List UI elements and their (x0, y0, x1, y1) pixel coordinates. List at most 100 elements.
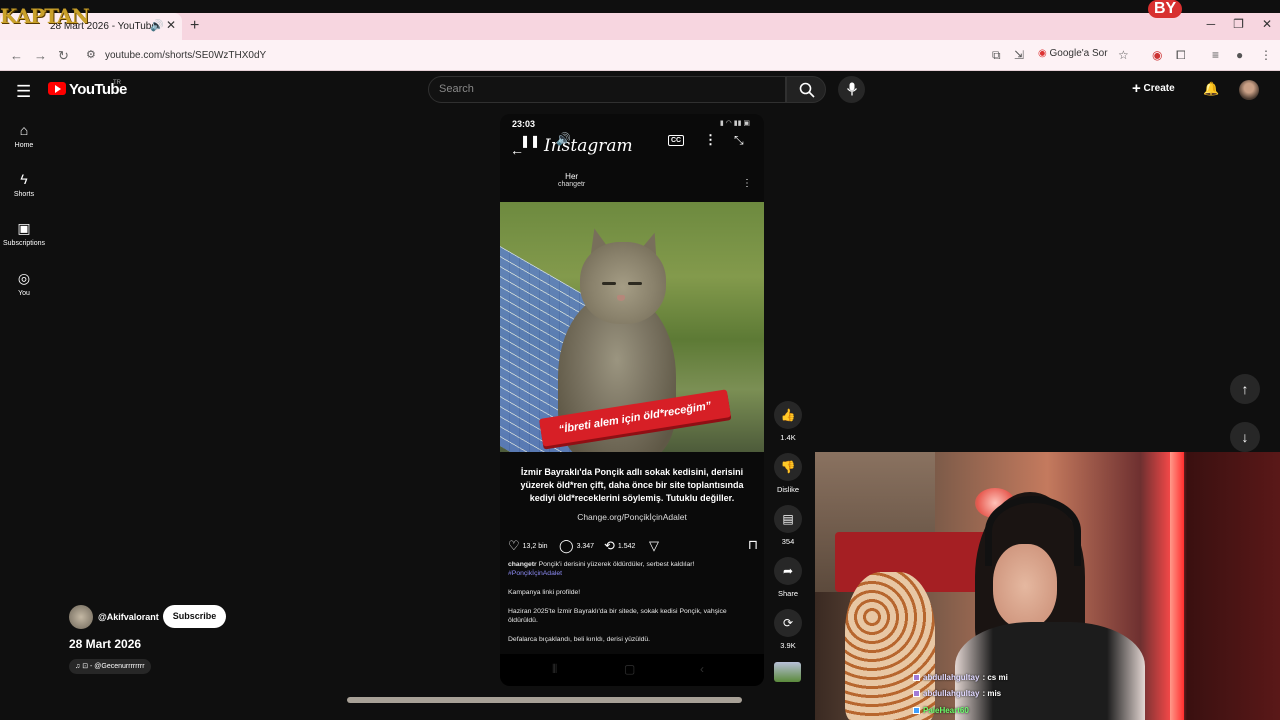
cat-eye-left (602, 282, 616, 285)
webcam-person-body (955, 622, 1145, 720)
search-input[interactable] (428, 76, 786, 103)
desc-paragraph: Haziran 2025'te İzmir Bayraklı'da bir si… (508, 608, 727, 624)
desc-username: changetr (508, 561, 537, 568)
phone-home-icon: ▢ (624, 662, 636, 676)
profile-icon[interactable]: ● (1236, 48, 1243, 62)
chat-message: PaleHeart60 (913, 706, 972, 715)
phone-status-icons: ▮ ◠ ▮▮ ▣ (719, 120, 750, 127)
pause-icon[interactable]: ❚❚ (520, 134, 540, 148)
comment-bubble-icon: ◯ (559, 538, 574, 553)
forward-icon[interactable]: → (34, 48, 47, 63)
shorts-video-player[interactable]: 23:03 ▮ ◠ ▮▮ ▣ Instagram ← ❚❚ 🔊 CC ⋮ ⤡ H… (500, 114, 764, 686)
chat-username: abdullahgultay (923, 673, 980, 682)
close-window-icon[interactable]: ✕ (1262, 17, 1272, 31)
dislike-button[interactable]: 👎 Dislike (773, 453, 803, 494)
tab-audio-icon[interactable]: 🔊 (150, 19, 164, 32)
next-short-button[interactable]: ↓ (1230, 422, 1260, 452)
url-field[interactable]: youtube.com/shorts/SE0WzTHX0dY (105, 50, 266, 61)
post-repost: ⟲ 1.542 (604, 538, 635, 554)
remix-icon: ⟳ (774, 609, 802, 637)
stream-overlay-logo: KAPTAN (0, 4, 90, 28)
bookmark-icon: ⊓ (747, 537, 758, 552)
tab-bar: 28 Mart 2026 - YouTube 🔊 ✕ + ─ ❐ ✕ (0, 13, 1280, 40)
post-like: ♡ 13,2 bin (508, 538, 548, 554)
post-username: changetr (558, 181, 586, 188)
desc-hashtag: #PonçikİçinAdalet (508, 570, 563, 577)
shorts-icon: ϟ (20, 171, 28, 187)
share-label: Share (777, 589, 798, 598)
sidebar-item-you[interactable]: ◎ You (0, 270, 48, 297)
plus-icon: + (1132, 80, 1141, 97)
fullscreen-icon[interactable]: ⤡ (734, 133, 744, 148)
subscribe-button[interactable]: Subscribe (163, 605, 226, 628)
chat-badge-icon (913, 674, 920, 681)
thumbs-down-icon: 👎 (774, 453, 802, 481)
new-tab-button[interactable]: + (190, 17, 199, 35)
google-ask-button[interactable]: ◉ Google'a Sor (1038, 48, 1108, 59)
tab-close-button[interactable]: ✕ (166, 18, 176, 32)
heart-icon: ♡ (508, 538, 520, 553)
window-controls: ─ ❐ ✕ (1207, 17, 1272, 31)
translate-icon[interactable]: ⧉ (992, 48, 1001, 63)
back-icon[interactable]: ← (10, 48, 23, 63)
post-repost-count: 1.542 (617, 542, 636, 550)
desc-paragraph: Defalarca bıçaklandı, beli kırıldı, deri… (508, 636, 651, 643)
create-button[interactable]: + Create (1132, 80, 1175, 97)
player-more-icon[interactable]: ⋮ (704, 132, 717, 148)
chat-message: abdullahgultay: cs mi (913, 673, 1008, 682)
phone-back-icon: ‹ (700, 662, 704, 676)
cat-photo: “İbreti alem için öld*receğim” (500, 202, 764, 452)
post-like-count: 13,2 bin (522, 542, 548, 550)
microphone-icon (846, 82, 858, 96)
sidebar-item-subscriptions[interactable]: ▣ Subscriptions (0, 220, 48, 247)
voice-search-button[interactable] (838, 76, 865, 103)
phone-nav-bar: ⦀ ▢ ‹ (500, 654, 764, 686)
sidebar-item-label: Home (14, 142, 34, 149)
video-progress-bar[interactable] (347, 697, 742, 703)
sidebar-item-shorts[interactable]: ϟ Shorts (0, 171, 48, 198)
hamburger-menu-icon[interactable]: ☰ (16, 82, 31, 102)
screen-top-edge (0, 0, 1280, 13)
comments-button[interactable]: ▤ 354 (773, 505, 803, 546)
site-info-icon[interactable]: ⚙ (86, 48, 96, 61)
desc-paragraph: Kampanya linki profilde! (508, 589, 581, 596)
reading-list-icon[interactable]: ≡ (1212, 48, 1219, 62)
browser-menu-icon[interactable]: ⋮ (1260, 48, 1272, 62)
post-comment: ◯ 3.347 (559, 538, 594, 554)
previous-short-button[interactable]: ↑ (1230, 374, 1260, 404)
sound-thumbnail[interactable] (774, 662, 801, 682)
chat-username: abdullahgultay (923, 689, 980, 698)
sound-chip[interactable]: ♫ ⊡ - @Gecenurrrrrrrr (69, 659, 151, 674)
share-button[interactable]: ➦ Share (773, 557, 803, 598)
cat-head (580, 242, 666, 324)
reload-icon[interactable]: ↻ (58, 48, 69, 64)
search-placeholder: Search (439, 83, 474, 95)
chat-message: abdullahgultay: mis (913, 689, 1001, 698)
cat-eye-right (628, 282, 642, 285)
cat-nose (617, 295, 625, 301)
sidebar-item-home[interactable]: ⌂ Home (0, 122, 48, 149)
dislike-label: Dislike (776, 485, 800, 494)
campaign-link: Change.org/PonçikİçinAdalet (577, 512, 687, 522)
share-arrow-icon: ➦ (774, 557, 802, 585)
extensions-puzzle-icon[interactable]: ⧠ (1176, 48, 1186, 63)
create-label: Create (1143, 83, 1175, 95)
like-button[interactable]: 👍 1.4K (773, 401, 803, 442)
subscriptions-icon: ▣ (17, 220, 31, 236)
restore-icon[interactable]: ❐ (1233, 17, 1244, 31)
volume-icon[interactable]: 🔊 (556, 132, 571, 146)
install-icon[interactable]: ⇲ (1014, 48, 1024, 62)
country-code: TR (113, 80, 121, 86)
user-avatar[interactable] (1239, 80, 1259, 100)
webcam-led-light (1170, 452, 1184, 720)
extension-icon[interactable]: ◉ (1152, 48, 1162, 62)
notifications-bell-icon[interactable]: 🔔 (1203, 81, 1219, 97)
channel-avatar[interactable] (69, 605, 93, 629)
desc-line: Ponçik'i derisini yüzerek öldürdüler, se… (538, 561, 695, 568)
channel-name[interactable]: @Akifvalorant (98, 612, 159, 622)
minimize-icon[interactable]: ─ (1207, 17, 1216, 31)
captions-button[interactable]: CC (668, 135, 685, 146)
search-button[interactable] (786, 76, 826, 103)
bookmark-star-icon[interactable]: ☆ (1118, 48, 1129, 62)
remix-button[interactable]: ⟳ 3.9K (773, 609, 803, 650)
